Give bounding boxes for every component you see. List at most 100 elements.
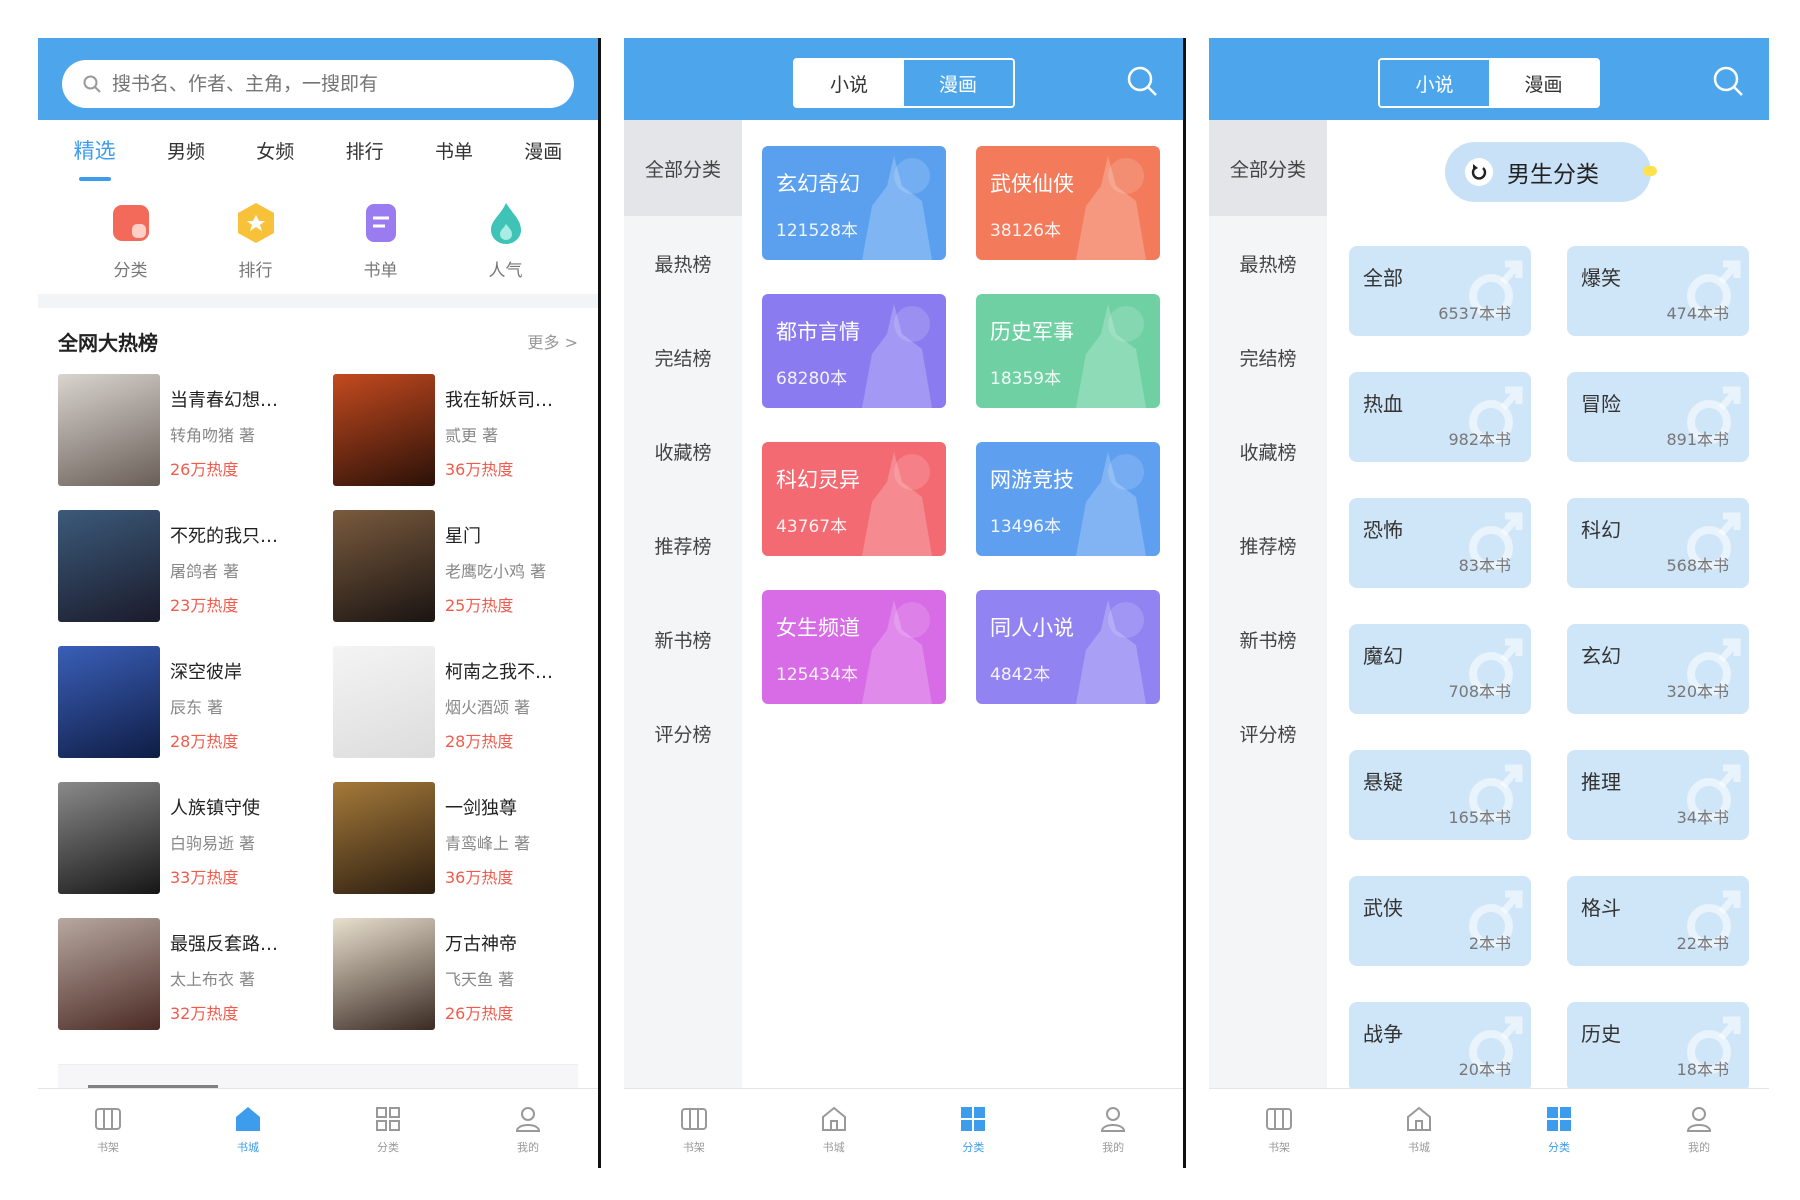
sidebar-item[interactable]: 完结榜 — [1209, 310, 1327, 404]
category-tile[interactable]: 历史军事 18359本 — [976, 294, 1160, 408]
sidebar-item[interactable]: 评分榜 — [624, 686, 742, 780]
nav-category[interactable]: 分类 — [348, 1103, 428, 1155]
subcategory-card[interactable]: 热血 982本书 — [1349, 372, 1531, 462]
quick-booklist[interactable]: 书单 — [341, 200, 421, 294]
search-bar[interactable] — [62, 60, 574, 108]
subcategory-card[interactable]: 战争 20本书 — [1349, 1002, 1531, 1092]
search-icon[interactable] — [1711, 64, 1745, 98]
subcategory-card[interactable]: 恐怖 83本书 — [1349, 498, 1531, 588]
subcategory-card[interactable]: 悬疑 165本书 — [1349, 750, 1531, 840]
book-item[interactable]: 柯南之我不… 烟火酒颂 著 28万热度 — [333, 646, 578, 758]
more-link[interactable]: 更多 > — [528, 329, 579, 353]
book-cover[interactable] — [333, 374, 435, 486]
category-tile[interactable]: 网游竞技 13496本 — [976, 442, 1160, 556]
tab-featured[interactable]: 精选 — [74, 135, 116, 181]
book-cover[interactable] — [333, 918, 435, 1030]
nav-bookshelf[interactable]: 书架 — [654, 1103, 734, 1155]
nav-category[interactable]: 分类 — [933, 1103, 1013, 1155]
book-title[interactable]: 深空彼岸 — [170, 658, 242, 684]
subcategory-card[interactable]: 武侠 2本书 — [1349, 876, 1531, 966]
book-item[interactable]: 当青春幻想… 转角吻猪 著 26万热度 — [58, 374, 303, 486]
category-tile[interactable]: 同人小说 4842本 — [976, 590, 1160, 704]
book-item[interactable]: 最强反套路… 太上布衣 著 32万热度 — [58, 918, 303, 1030]
quick-ranking[interactable]: 排行 — [216, 200, 296, 294]
nav-profile[interactable]: 我的 — [1659, 1103, 1739, 1155]
book-title[interactable]: 不死的我只… — [170, 522, 278, 548]
seg-comic[interactable]: 漫画 — [1489, 60, 1598, 106]
subcategory-card[interactable]: 格斗 22本书 — [1567, 876, 1749, 966]
nav-profile[interactable]: 我的 — [1073, 1103, 1153, 1155]
sidebar-item[interactable]: 推荐榜 — [624, 498, 742, 592]
quick-category[interactable]: 分类 — [91, 200, 171, 294]
category-tile[interactable]: 玄幻奇幻 121528本 — [762, 146, 946, 260]
book-cover[interactable] — [333, 646, 435, 758]
nav-bookshelf[interactable]: 书架 — [1239, 1103, 1319, 1155]
seg-novel[interactable]: 小说 — [1380, 60, 1489, 106]
book-cover[interactable] — [333, 510, 435, 622]
book-title[interactable]: 我在斩妖司… — [445, 386, 553, 412]
tab-booklist[interactable]: 书单 — [435, 137, 473, 170]
book-cover[interactable] — [58, 646, 160, 758]
book-item[interactable]: 深空彼岸 辰东 著 28万热度 — [58, 646, 303, 758]
sidebar-item[interactable]: 收藏榜 — [624, 404, 742, 498]
sidebar-item[interactable]: 评分榜 — [1209, 686, 1327, 780]
sidebar-item[interactable]: 最热榜 — [1209, 216, 1327, 310]
gender-toggle[interactable]: 男生分类 — [1445, 142, 1657, 202]
book-cover[interactable] — [58, 918, 160, 1030]
sidebar-item[interactable]: 新书榜 — [624, 592, 742, 686]
book-cover[interactable] — [58, 782, 160, 894]
category-tile[interactable]: 女生频道 125434本 — [762, 590, 946, 704]
search-input[interactable] — [112, 73, 532, 95]
book-title[interactable]: 星门 — [445, 522, 546, 548]
book-title[interactable]: 柯南之我不… — [445, 658, 553, 684]
subcategory-card[interactable]: 魔幻 708本书 — [1349, 624, 1531, 714]
seg-comic[interactable]: 漫画 — [903, 60, 1013, 106]
category-tile[interactable]: 都市言情 68280本 — [762, 294, 946, 408]
sidebar-item[interactable]: 完结榜 — [624, 310, 742, 404]
nav-bookstore[interactable]: 书城 — [1379, 1103, 1459, 1155]
nav-category[interactable]: 分类 — [1519, 1103, 1599, 1155]
book-item[interactable]: 一剑独尊 青鸾峰上 著 36万热度 — [333, 782, 578, 894]
book-item[interactable]: 我在斩妖司… 贰更 著 36万热度 — [333, 374, 578, 486]
book-title[interactable]: 人族镇守使 — [170, 794, 260, 820]
tab-ranking[interactable]: 排行 — [346, 137, 384, 170]
quick-popular[interactable]: 人气 — [466, 200, 546, 294]
seg-novel[interactable]: 小说 — [794, 60, 904, 106]
subcategory-card[interactable]: 爆笑 474本书 — [1567, 246, 1749, 336]
book-title[interactable]: 一剑独尊 — [445, 794, 530, 820]
nav-label: 分类 — [377, 1140, 399, 1154]
book-title[interactable]: 万古神帝 — [445, 930, 517, 956]
book-item[interactable]: 万古神帝 飞天鱼 著 26万热度 — [333, 918, 578, 1030]
book-item[interactable]: 不死的我只… 屠鸽者 著 23万热度 — [58, 510, 303, 622]
nav-bookshelf[interactable]: 书架 — [68, 1103, 148, 1155]
subcategory-card[interactable]: 历史 18本书 — [1567, 1002, 1749, 1092]
nav-bookstore[interactable]: 书城 — [208, 1103, 288, 1155]
subcategory-card[interactable]: 科幻 568本书 — [1567, 498, 1749, 588]
switch-icon — [1465, 158, 1493, 186]
book-cover[interactable] — [333, 782, 435, 894]
tab-male[interactable]: 男频 — [167, 137, 205, 170]
book-title[interactable]: 最强反套路… — [170, 930, 278, 956]
sidebar-item[interactable]: 推荐榜 — [1209, 498, 1327, 592]
subcategory-card[interactable]: 冒险 891本书 — [1567, 372, 1749, 462]
sidebar-item[interactable]: 最热榜 — [624, 216, 742, 310]
book-title[interactable]: 当青春幻想… — [170, 386, 278, 412]
sidebar-item[interactable]: 全部分类 — [1209, 120, 1327, 216]
tab-comics[interactable]: 漫画 — [524, 137, 562, 170]
search-icon[interactable] — [1125, 64, 1159, 98]
subcategory-card[interactable]: 全部 6537本书 — [1349, 246, 1531, 336]
book-item[interactable]: 星门 老鹰吃小鸡 著 25万热度 — [333, 510, 578, 622]
nav-profile[interactable]: 我的 — [488, 1103, 568, 1155]
sidebar-item[interactable]: 全部分类 — [624, 120, 742, 216]
subcategory-card[interactable]: 推理 34本书 — [1567, 750, 1749, 840]
book-item[interactable]: 人族镇守使 白驹易逝 著 33万热度 — [58, 782, 303, 894]
tab-female[interactable]: 女频 — [256, 137, 294, 170]
nav-bookstore[interactable]: 书城 — [794, 1103, 874, 1155]
subcategory-card[interactable]: 玄幻 320本书 — [1567, 624, 1749, 714]
sidebar-item[interactable]: 收藏榜 — [1209, 404, 1327, 498]
category-tile[interactable]: 科幻灵异 43767本 — [762, 442, 946, 556]
book-cover[interactable] — [58, 374, 160, 486]
book-cover[interactable] — [58, 510, 160, 622]
category-tile[interactable]: 武侠仙侠 38126本 — [976, 146, 1160, 260]
sidebar-item[interactable]: 新书榜 — [1209, 592, 1327, 686]
